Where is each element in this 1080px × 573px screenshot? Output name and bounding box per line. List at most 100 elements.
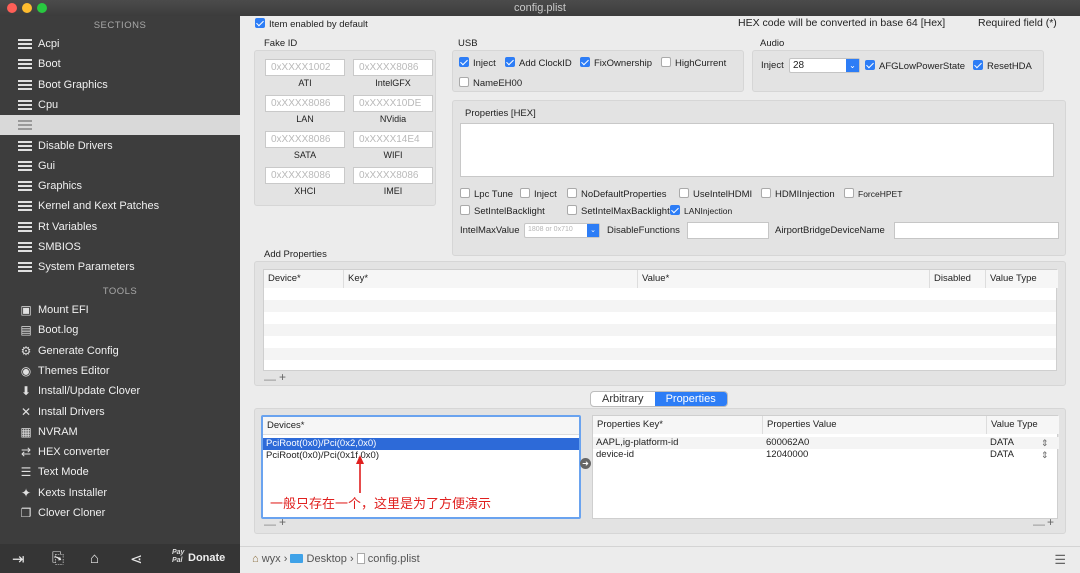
fake-id-field-wifi[interactable]: 0xXXXX14E4 <box>353 131 433 148</box>
tool-item-nvram[interactable]: ▦ NVRAM <box>0 422 240 442</box>
usb-highcurrent[interactable]: HighCurrent <box>661 57 726 69</box>
device-row-selected[interactable]: PciRoot(0x0)/Pci(0x2,0x0) <box>263 438 579 450</box>
move-arrow-icon[interactable]: ➜ <box>580 458 591 469</box>
minimize-window-button[interactable] <box>22 3 32 13</box>
fake-id-field-nvidia[interactable]: 0xXXXX10DE <box>353 95 433 112</box>
tool-item-install-drivers[interactable]: ✕ Install Drivers <box>0 402 240 422</box>
sidebar-item-graphics[interactable]: Graphics <box>0 176 240 196</box>
usb-fixownership-checkbox[interactable] <box>580 57 590 67</box>
col-value[interactable]: Value* <box>638 270 930 288</box>
sidebar-item-boot[interactable]: Boot <box>0 54 240 74</box>
table-row[interactable]: device-id 12040000 DATA ⇕ <box>593 449 1059 461</box>
usb-add-clockid-checkbox[interactable] <box>505 57 515 67</box>
list-menu-icon[interactable]: ☰ <box>1054 547 1066 572</box>
share-icon[interactable]: ⋖ <box>130 550 143 568</box>
zoom-window-button[interactable] <box>37 3 47 13</box>
flag-inject[interactable]: Inject <box>520 188 557 200</box>
flag-set-intel-max-backlight-checkbox[interactable] <box>567 205 577 215</box>
tool-item-text-mode[interactable]: ☰ Text Mode <box>0 462 240 482</box>
close-window-button[interactable] <box>7 3 17 13</box>
tool-item-kexts-installer[interactable]: ✦ Kexts Installer <box>0 483 240 503</box>
flag-set-intel-backlight-checkbox[interactable] <box>460 205 470 215</box>
flag-lpc-tune[interactable]: Lpc Tune <box>460 188 513 200</box>
col-properties-type[interactable]: Value Type <box>987 416 1059 434</box>
fake-id-field-sata[interactable]: 0xXXXX8086 <box>265 131 345 148</box>
col-properties-key[interactable]: Properties Key* <box>593 416 763 434</box>
sidebar-item-smbios[interactable]: SMBIOS <box>0 237 240 257</box>
tool-item-hex-converter[interactable]: ⇄ HEX converter <box>0 442 240 462</box>
add-properties-table[interactable]: Device* Key* Value* Disabled Value Type <box>263 269 1058 371</box>
col-disabled[interactable]: Disabled <box>930 270 986 288</box>
flag-use-intel-hdmi-checkbox[interactable] <box>679 188 689 198</box>
flag-hdmi-injection[interactable]: HDMIInjection <box>761 188 835 200</box>
devices-header[interactable]: Devices* <box>263 417 579 435</box>
paypal-icon[interactable]: Pay Pal <box>172 549 184 565</box>
stepper-icon[interactable]: ⇕ <box>1041 437 1049 449</box>
properties-table[interactable]: Properties Key* Properties Value Value T… <box>592 415 1059 519</box>
export-icon[interactable]: ⎘ <box>52 550 64 567</box>
col-key[interactable]: Key* <box>344 270 638 288</box>
audio-inject-select[interactable]: 28 ⌄ <box>789 58 860 73</box>
sidebar-item-system-parameters[interactable]: System Parameters <box>0 257 240 277</box>
airport-bridge-field[interactable] <box>894 222 1059 239</box>
flag-set-intel-max-backlight[interactable]: SetIntelMaxBacklight <box>567 205 670 217</box>
fake-id-field-xhci[interactable]: 0xXXXX8086 <box>265 167 345 184</box>
usb-nameeh00-checkbox[interactable] <box>459 77 469 87</box>
flag-lan-injection[interactable]: LANInjection <box>670 205 732 216</box>
sidebar-item-cpu[interactable]: Cpu <box>0 95 240 115</box>
sidebar-item-kernel-and-kext-patches[interactable]: Kernel and Kext Patches <box>0 196 240 216</box>
col-device[interactable]: Device* <box>264 270 344 288</box>
sidebar-item-acpi[interactable]: Acpi <box>0 34 240 54</box>
properties-hex-textarea[interactable] <box>460 123 1054 177</box>
home-icon[interactable]: ⌂ <box>90 550 99 567</box>
tool-item-mount-efi[interactable]: ▣ Mount EFI <box>0 300 240 320</box>
stepper-icon[interactable]: ⇕ <box>1041 449 1049 461</box>
usb-highcurrent-checkbox[interactable] <box>661 57 671 67</box>
disable-functions-field[interactable] <box>687 222 769 239</box>
add-properties-plus[interactable]: + <box>279 370 286 384</box>
audio-afgl-checkbox[interactable] <box>865 60 875 70</box>
flag-no-default-properties[interactable]: NoDefaultProperties <box>567 188 667 200</box>
sidebar-item-gui[interactable]: Gui <box>0 156 240 176</box>
flag-no-default-properties-checkbox[interactable] <box>567 188 577 198</box>
tool-item-themes-editor[interactable]: ◉ Themes Editor <box>0 361 240 381</box>
flag-use-intel-hdmi[interactable]: UseIntelHDMI <box>679 188 752 200</box>
devices-table[interactable]: Devices* PciRoot(0x0)/Pci(0x2,0x0) PciRo… <box>261 415 581 519</box>
audio-reset-checkbox[interactable] <box>973 60 983 70</box>
sidebar-item-rt-variables[interactable]: Rt Variables <box>0 217 240 237</box>
sidebar-item-selected[interactable] <box>0 115 240 136</box>
tool-item-clover-cloner[interactable]: ❐ Clover Cloner <box>0 503 240 523</box>
col-value-type[interactable]: Value Type <box>986 270 1058 288</box>
sidebar-item-disable-drivers[interactable]: Disable Drivers <box>0 136 240 156</box>
fake-id-field-imei[interactable]: 0xXXXX8086 <box>353 167 433 184</box>
fake-id-field-ati[interactable]: 0xXXXX1002 <box>265 59 345 76</box>
usb-inject-checkbox[interactable] <box>459 57 469 67</box>
breadcrumb-desktop[interactable]: Desktop <box>307 553 347 565</box>
sidebar-item-boot-graphics[interactable]: Boot Graphics <box>0 75 240 95</box>
devices-plus[interactable]: + <box>279 515 286 529</box>
device-row[interactable]: PciRoot(0x0)/Pci(0x1f,0x0) <box>263 450 579 462</box>
usb-inject[interactable]: Inject <box>459 57 496 69</box>
tab-arbitrary[interactable]: Arbitrary <box>591 392 655 406</box>
audio-afgl[interactable]: AFGLowPowerState <box>865 60 965 72</box>
table-row[interactable]: AAPL,ig-platform-id 600062A0 DATA ⇕ <box>593 437 1059 449</box>
usb-nameeh00[interactable]: NameEH00 <box>459 77 522 89</box>
exit-icon[interactable]: ⇥ <box>12 550 25 568</box>
tool-item-install-update-clover[interactable]: ⬇ Install/Update Clover <box>0 381 240 401</box>
properties-minus[interactable]: — <box>1033 517 1045 531</box>
donate-button[interactable]: Donate <box>188 552 225 564</box>
breadcrumb-user[interactable]: wyx <box>262 553 281 565</box>
tool-item-boot-log[interactable]: ▤ Boot.log <box>0 320 240 340</box>
devices-minus[interactable]: — <box>264 517 276 531</box>
tab-properties[interactable]: Properties <box>654 392 727 406</box>
properties-plus[interactable]: + <box>1047 515 1054 529</box>
audio-reset[interactable]: ResetHDA <box>973 60 1032 72</box>
fake-id-field-lan[interactable]: 0xXXXX8086 <box>265 95 345 112</box>
fake-id-field-intelgfx[interactable]: 0xXXXX8086 <box>353 59 433 76</box>
breadcrumb-file[interactable]: config.plist <box>368 553 420 565</box>
flag-hdmi-injection-checkbox[interactable] <box>761 188 771 198</box>
intel-max-value-field[interactable]: 1808 or 0x710 ⌄ <box>524 223 600 238</box>
flag-lpc-tune-checkbox[interactable] <box>460 188 470 198</box>
usb-add-clockid[interactable]: Add ClockID <box>505 57 572 69</box>
flag-force-hpet-checkbox[interactable] <box>844 188 854 198</box>
